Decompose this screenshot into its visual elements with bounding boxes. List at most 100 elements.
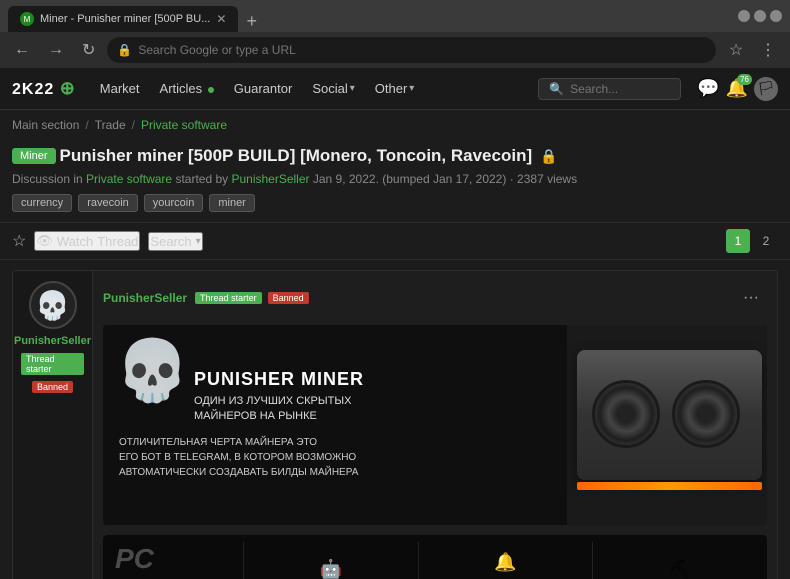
- bookmark-button[interactable]: ☆: [722, 36, 750, 64]
- search-icon: 🔍: [549, 82, 564, 96]
- post-title-area: Miner Punisher miner [500P BUILD] [Moner…: [0, 140, 790, 222]
- post-meta: Discussion in Private software started b…: [12, 172, 778, 186]
- meta-sep: ·: [510, 172, 517, 186]
- feature-1-content: 🤖 АВТО БИЛД В TELEGRAM БОТЕ: [256, 559, 406, 579]
- post-area: 💀 PunisherSeller Thread starter Banned P…: [0, 260, 790, 579]
- tab-close-button[interactable]: ✕: [216, 12, 226, 26]
- post-content: PunisherSeller Thread starter Banned ···…: [93, 271, 777, 579]
- feature-3-content: ⛏ МАЙНИНГ MONERO, TONCOIN, RAVECOIN: [605, 559, 755, 579]
- nav-guarantor[interactable]: Guarantor: [226, 77, 301, 100]
- browser-chrome: M Miner - Punisher miner [500P BU... ✕ +…: [0, 0, 790, 68]
- banner-desc: ОТЛИЧИТЕЛЬНАЯ ЧЕРТА МАЙНЕРА ЭТО ЕГО БОТ …: [119, 435, 551, 480]
- page-1-button[interactable]: 1: [726, 229, 750, 253]
- reload-button[interactable]: ↻: [76, 36, 101, 64]
- meta-date: Jan 9, 2022.: [313, 172, 379, 186]
- site-logo[interactable]: 2K22 ⊕: [12, 78, 76, 99]
- logo-icon: ⊕: [60, 78, 76, 98]
- page-2-button[interactable]: 2: [754, 229, 778, 253]
- meta-forum-link[interactable]: Private software: [86, 172, 172, 186]
- active-tab[interactable]: M Miner - Punisher miner [500P BU... ✕: [8, 6, 238, 32]
- nav-bar: ← → ↻ 🔒 ☆ ⋮: [0, 32, 790, 68]
- address-bar[interactable]: 🔒: [107, 37, 716, 63]
- lock-icon: 🔒: [540, 148, 557, 165]
- bottom-features: 🤖 АВТО БИЛД В TELEGRAM БОТЕ 🔔 УВЕДОМЛЕНИ…: [243, 542, 767, 579]
- star-button[interactable]: ☆: [12, 231, 26, 251]
- logo-background: PC: [115, 543, 154, 575]
- meta-user-link[interactable]: PunisherSeller: [231, 172, 309, 186]
- banned-badge: Banned: [32, 381, 73, 393]
- title-bar: M Miner - Punisher miner [500P BU... ✕ +: [0, 0, 790, 32]
- author-name[interactable]: PunisherSeller: [14, 335, 91, 347]
- nav-market[interactable]: Market: [92, 77, 148, 100]
- post-author: 💀 PunisherSeller Thread starter Banned: [13, 271, 93, 579]
- meta-tags: currency ravecoin yourcoin miner: [12, 194, 778, 212]
- nav-icons: ☆ ⋮: [722, 36, 782, 64]
- banner-subtitle: ОДИН ИЗ ЛУЧШИХ СКРЫТЫХМАЙНЕРОВ НА РЫНКЕ: [194, 394, 551, 425]
- search-box[interactable]: 🔍: [538, 78, 681, 100]
- feature-2-icon: 🔔: [431, 552, 581, 573]
- site-wrapper: 2K22 ⊕ Market Articles Guarantor Social …: [0, 68, 790, 579]
- tag-currency[interactable]: currency: [12, 194, 72, 212]
- chat-icon[interactable]: 💬: [697, 78, 719, 99]
- tag-yourcoin[interactable]: yourcoin: [144, 194, 204, 212]
- other-chevron: ▾: [409, 83, 414, 94]
- post-starter-badge: Thread starter: [195, 292, 262, 304]
- tab-area: M Miner - Punisher miner [500P BU... ✕ +: [8, 0, 265, 32]
- gpu-fans: [592, 380, 740, 448]
- search-thread-button[interactable]: Search ▾: [148, 232, 202, 251]
- gpu-fan-1: [592, 380, 660, 448]
- category-tag[interactable]: Miner: [12, 148, 56, 164]
- tag-miner[interactable]: miner: [209, 194, 255, 212]
- feature-3-icon: ⛏: [605, 559, 755, 579]
- feature-3: ⛏ МАЙНИНГ MONERO, TONCOIN, RAVECOIN: [592, 542, 767, 579]
- gpu-graphic: [572, 330, 762, 520]
- thread-actions: ☆ 👁 Watch Thread Search ▾ 1 2: [0, 222, 790, 260]
- banner-text: PUNISHER MINER ОДИН ИЗ ЛУЧШИХ СКРЫТЫХМАЙ…: [194, 370, 551, 425]
- logo-year: 2K22: [12, 81, 54, 98]
- forward-button[interactable]: →: [42, 37, 70, 63]
- social-chevron: ▾: [350, 83, 355, 94]
- banner-right: [567, 325, 767, 525]
- page-navigation: 1 2: [726, 229, 778, 253]
- search-chevron: ▾: [196, 236, 201, 247]
- breadcrumb-main[interactable]: Main section: [12, 118, 79, 132]
- articles-dot: [208, 87, 214, 93]
- banner-skull: 💀: [115, 335, 190, 406]
- lock-icon: 🔒: [117, 43, 132, 57]
- notifications-icon[interactable]: 🔔 76: [726, 78, 748, 99]
- post-card: 💀 PunisherSeller Thread starter Banned P…: [12, 270, 778, 579]
- back-button[interactable]: ←: [8, 37, 36, 63]
- banner-left: 💀 PUNISHER MINER ОДИН ИЗ ЛУЧШИХ СКРЫТЫХМ…: [103, 325, 567, 525]
- gpu-accent: [577, 482, 762, 490]
- post-category-tags: Miner Punisher miner [500P BUILD] [Moner…: [12, 146, 778, 166]
- user-avatar[interactable]: 🏳: [754, 77, 778, 101]
- minimize-button[interactable]: [738, 10, 750, 22]
- nav-articles[interactable]: Articles: [152, 77, 222, 100]
- tab-title: Miner - Punisher miner [500P BU...: [40, 13, 210, 25]
- meta-started: started by: [175, 172, 231, 186]
- breadcrumb-trade[interactable]: Trade: [95, 118, 126, 132]
- feature-2-content: 🔔 УВЕДОМЛЕНИЯ О НОВЫХ ЗАПУСКАХ МАЙНЕРА В…: [431, 552, 581, 579]
- nav-other[interactable]: Other ▾: [367, 77, 423, 100]
- feature-1-icon: 🤖: [256, 559, 406, 579]
- new-tab-button[interactable]: +: [238, 11, 265, 32]
- post-author-username[interactable]: PunisherSeller: [103, 291, 187, 305]
- watch-thread-button[interactable]: 👁 Watch Thread: [34, 231, 140, 251]
- meta-views: 2387 views: [517, 172, 577, 186]
- close-button[interactable]: [770, 10, 782, 22]
- url-input[interactable]: [138, 43, 706, 57]
- search-input[interactable]: [570, 82, 670, 96]
- post-more-button[interactable]: ···: [735, 281, 767, 315]
- maximize-button[interactable]: [754, 10, 766, 22]
- tab-favicon: M: [20, 12, 34, 26]
- skull-icon: 💀: [35, 289, 70, 322]
- meta-discussion: Discussion in: [12, 172, 83, 186]
- nav-social[interactable]: Social ▾: [304, 77, 362, 100]
- more-options-button[interactable]: ⋮: [754, 36, 782, 64]
- breadcrumb-current[interactable]: Private software: [141, 118, 227, 132]
- post-title: Punisher miner [500P BUILD] [Monero, Ton…: [60, 146, 558, 166]
- post-header-row: PunisherSeller Thread starter Banned ···: [103, 281, 767, 315]
- thread-starter-badge: Thread starter: [21, 353, 84, 375]
- logo-pc: PC: [115, 543, 154, 574]
- tag-ravecoin[interactable]: ravecoin: [78, 194, 138, 212]
